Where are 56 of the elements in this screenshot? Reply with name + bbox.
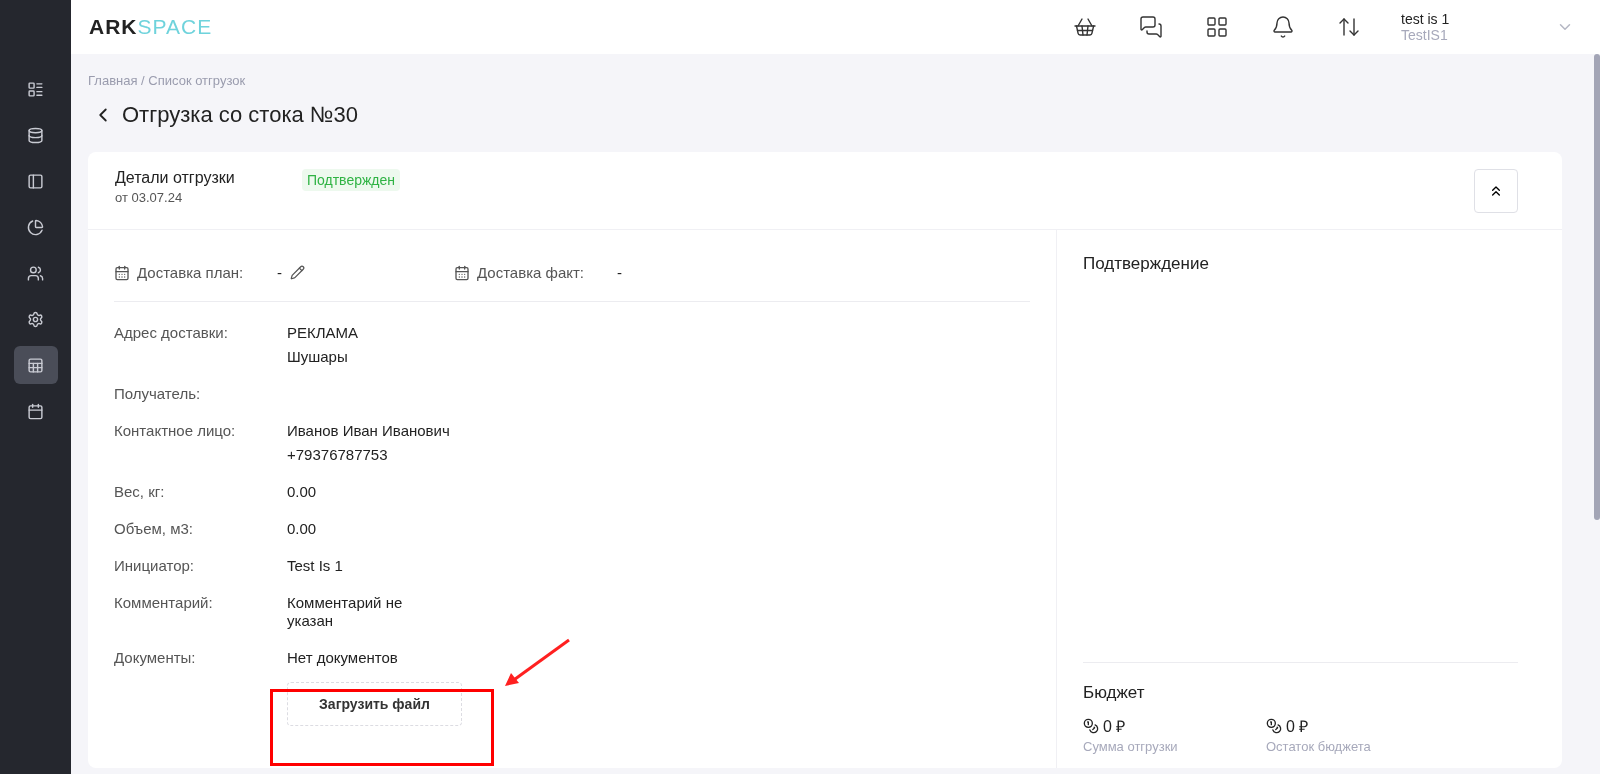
field-label: Объем, м3: <box>114 520 194 538</box>
scrollbar[interactable] <box>1594 54 1600 520</box>
field-label: Комментарий: <box>114 594 214 613</box>
table-icon <box>27 356 44 374</box>
sidebar-item[interactable] <box>13 346 58 384</box>
breadcrumb: Главная / Список отгрузок <box>88 73 247 88</box>
logo: ARKSPACE <box>89 15 213 39</box>
user-org: TestIS1 <box>1401 27 1449 43</box>
bell-icon[interactable] <box>1271 15 1295 39</box>
budget-amount: 0 ₽ <box>1103 717 1126 737</box>
arrows-icon[interactable] <box>1337 15 1361 39</box>
field-label: Документы: <box>114 649 197 667</box>
budget-caption: Остаток бюджета <box>1266 739 1372 754</box>
list-icon <box>27 80 44 98</box>
date-label: Доставка факт: <box>477 264 586 281</box>
date-value: - <box>277 264 282 281</box>
budget-caption: Сумма отгрузки <box>1083 739 1179 754</box>
field-value: Иванов Иван Иванович <box>287 422 451 440</box>
field-label: Контактное лицо: <box>114 422 237 441</box>
field-value: Нет документов <box>287 649 399 667</box>
field-label: Инициатор: <box>114 557 195 575</box>
field-label: Адрес доставки: <box>114 324 229 343</box>
field-label: Вес, кг: <box>114 483 166 501</box>
user-name: test is 1 <box>1401 11 1451 27</box>
database-icon <box>27 126 44 144</box>
field-value: Test Is 1 <box>287 557 344 575</box>
card-date: от 03.07.24 <box>115 190 184 205</box>
date-label: Доставка план: <box>137 264 245 281</box>
coins-icon <box>1083 718 1099 734</box>
settings-icon <box>27 310 44 328</box>
date-value: - <box>617 264 622 281</box>
card-title: Детали отгрузки <box>115 169 236 187</box>
pencil-icon[interactable] <box>290 265 305 280</box>
field-value: РЕКЛАМА <box>287 324 360 342</box>
pie-chart-icon <box>27 218 44 236</box>
calendar-icon <box>27 402 44 420</box>
panel-icon <box>27 172 44 190</box>
section-title: Бюджет <box>1083 683 1146 703</box>
upload-button[interactable]: Загрузить файл <box>287 682 462 726</box>
arrow-annotation <box>505 638 570 686</box>
field-value: 0.00 <box>287 483 318 501</box>
coins-icon <box>1266 718 1282 734</box>
chat-bubbles-icon[interactable] <box>1139 15 1163 39</box>
page-title: Отгрузка со стока №30 <box>122 102 358 128</box>
field-label: Получатель: <box>114 385 202 403</box>
budget-amount: 0 ₽ <box>1286 717 1309 737</box>
field-value: Шушары <box>287 348 349 366</box>
calendar-icon <box>114 264 130 281</box>
calendar-icon <box>454 264 470 281</box>
status-badge: Подтвержден <box>302 169 401 191</box>
users-icon <box>27 264 44 282</box>
field-value: 0.00 <box>287 520 318 538</box>
field-value: Комментарий не указан <box>287 594 404 630</box>
section-title: Подтверждение <box>1083 254 1210 274</box>
grid-icon[interactable] <box>1205 15 1229 39</box>
field-value: +79376787753 <box>287 446 389 464</box>
